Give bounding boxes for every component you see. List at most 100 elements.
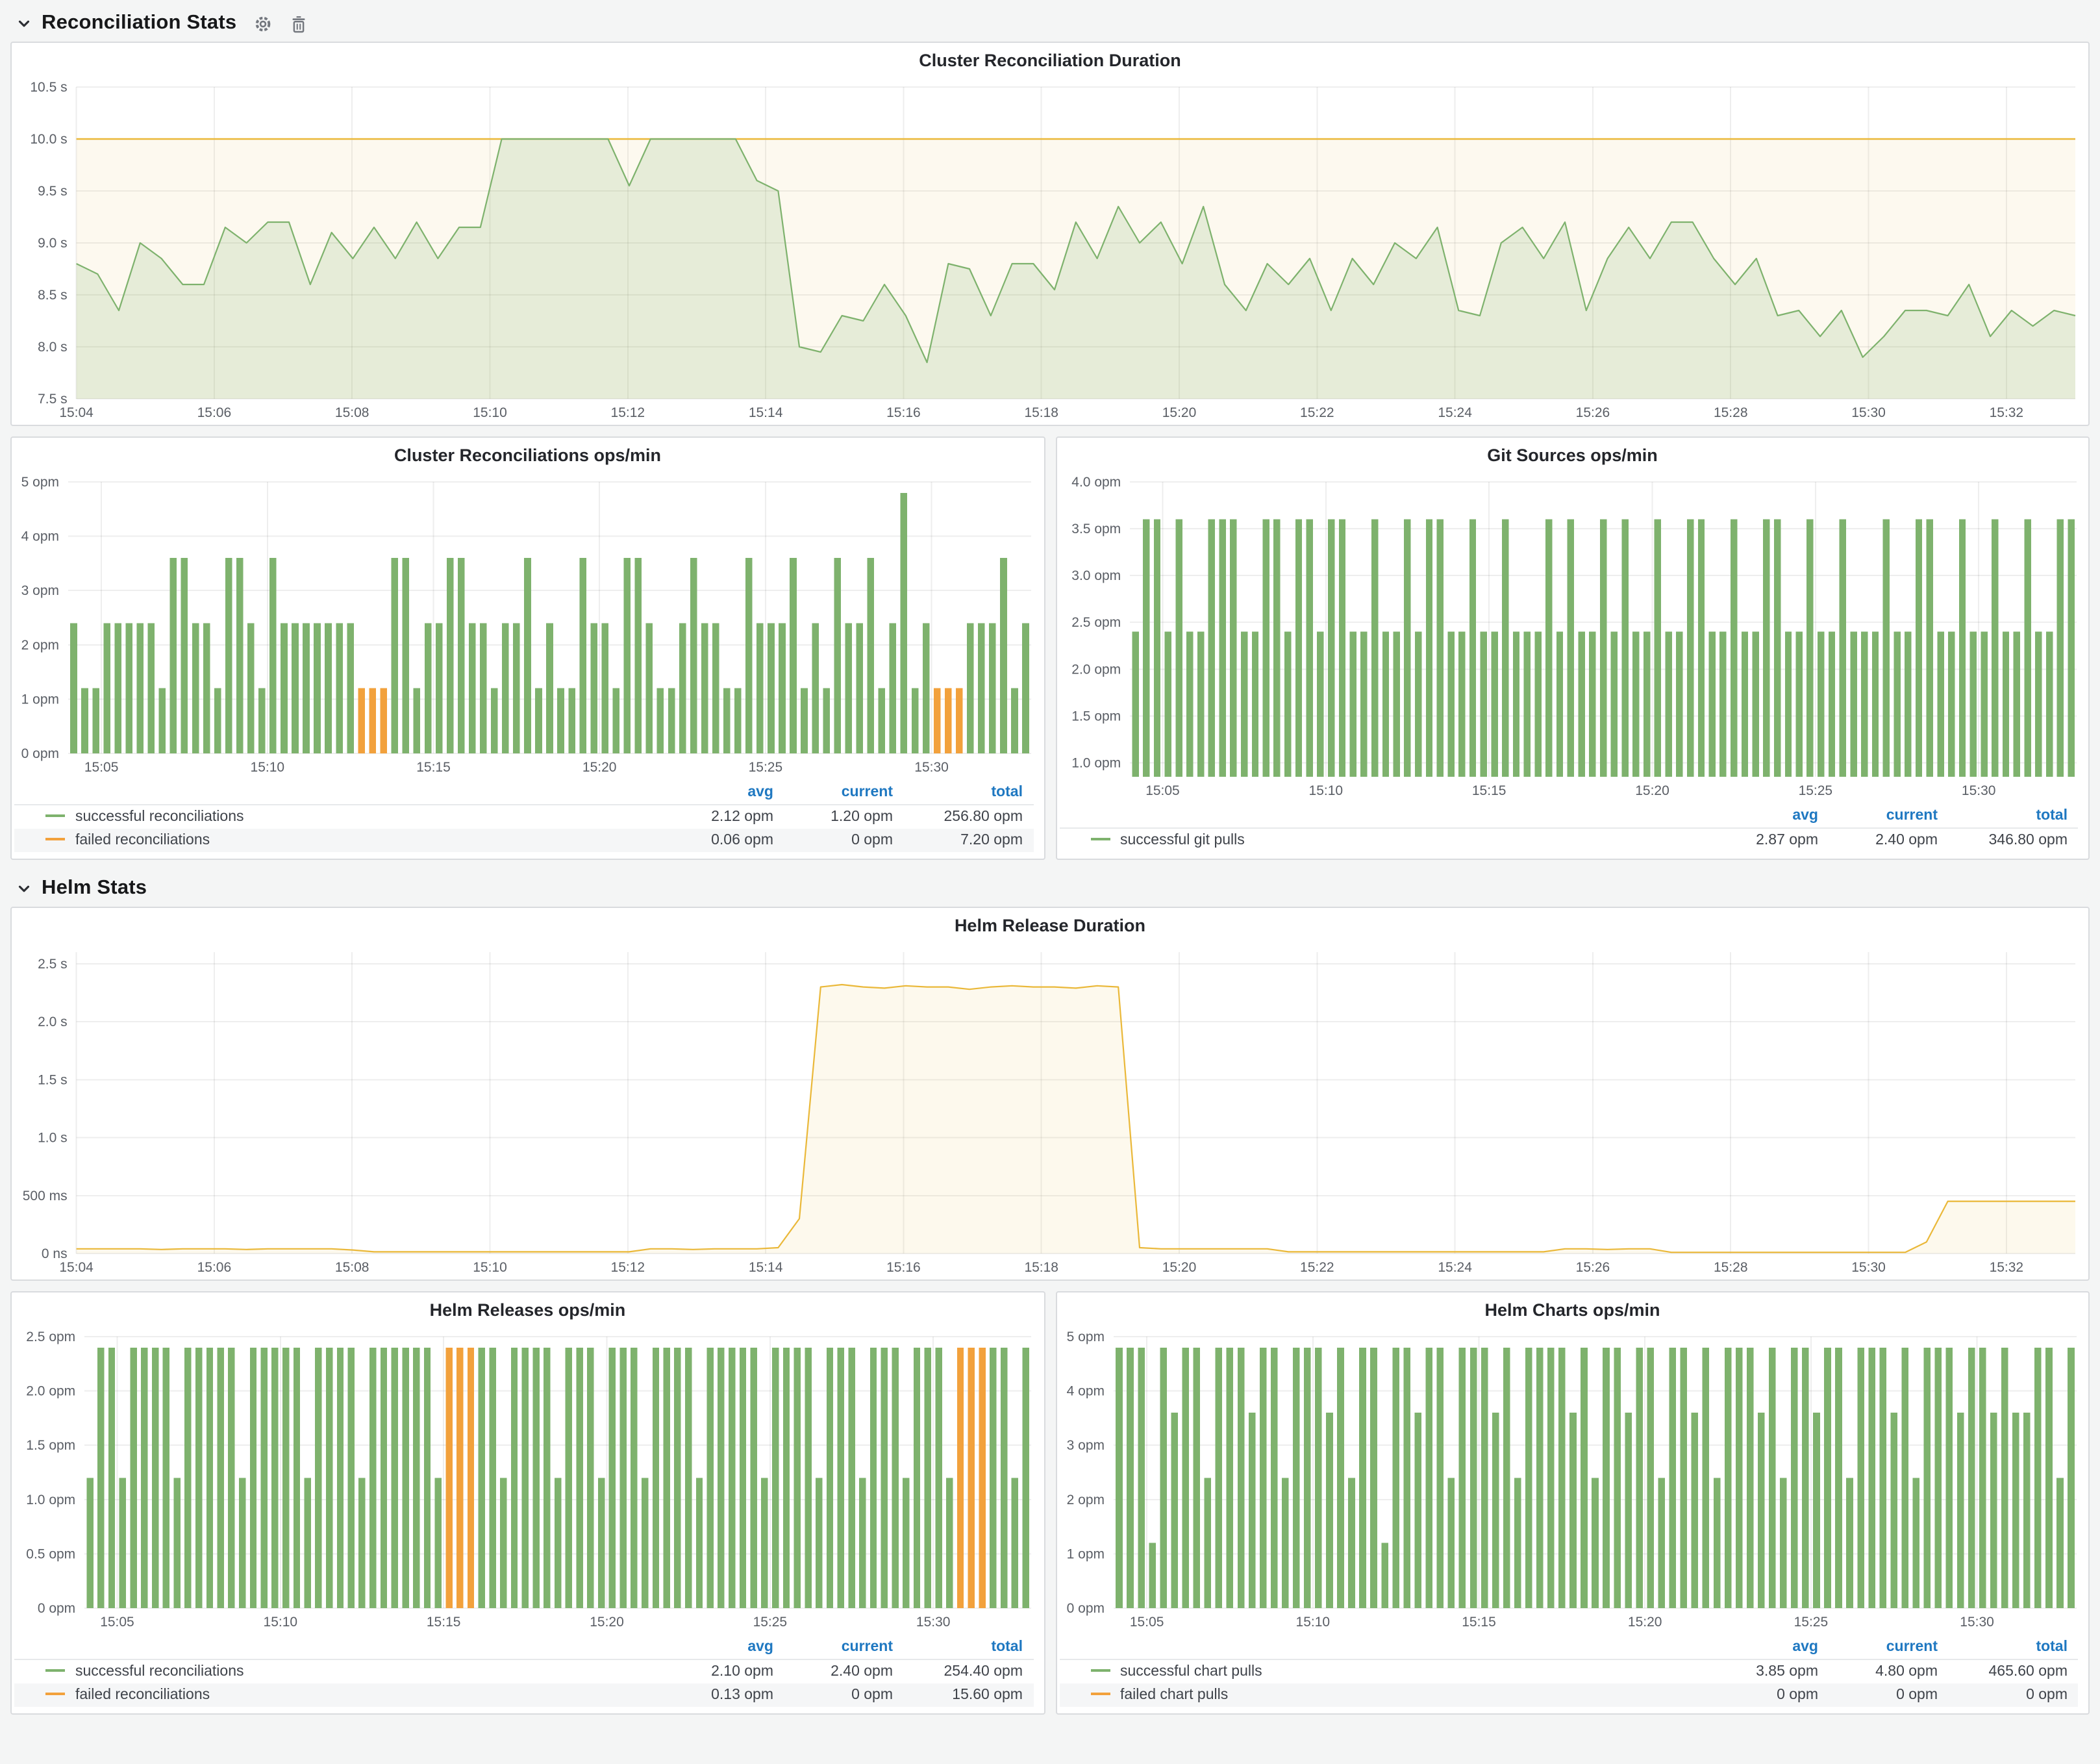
y-tick-label: 1.0 s (38, 1131, 68, 1146)
bar (2067, 520, 2073, 777)
bar (1990, 1413, 1997, 1608)
legend-col-total[interactable]: total (903, 1635, 1033, 1659)
bar (103, 623, 110, 753)
bar (130, 1348, 136, 1608)
bar (1218, 520, 1225, 777)
chart-helm-charts-opm[interactable]: 15:0515:1015:1515:2015:2515:305 opm4 opm… (1056, 1328, 2088, 1634)
chart-cluster-reconciliation-duration[interactable]: 15:0415:0615:0815:1015:1215:1415:1615:18… (12, 78, 2088, 425)
dashboard: Reconciliation Stats Cluster Reconciliat… (0, 0, 2100, 1764)
bar (631, 1348, 637, 1608)
bar (903, 1478, 909, 1608)
legend-series-cell: successful chart pulls (1059, 1659, 1709, 1683)
legend-col-avg[interactable]: avg (1709, 804, 1829, 828)
chart-helm-releases-opm[interactable]: 15:0515:1015:1515:2015:2515:302.5 opm2.0… (12, 1328, 1044, 1634)
y-tick-label: 0 opm (38, 1601, 75, 1616)
legend-series-label[interactable]: successful git pulls (1120, 833, 1245, 848)
bar (1447, 1478, 1455, 1608)
bar (1643, 632, 1649, 777)
y-tick-label: 4 opm (1066, 1384, 1104, 1399)
legend-col-total[interactable]: total (1948, 1635, 2078, 1659)
y-tick-label: 2.0 opm (26, 1384, 75, 1399)
bar (1262, 520, 1268, 777)
bar (587, 1348, 594, 1608)
bar (1773, 520, 1780, 777)
legend-series-label[interactable]: successful chart pulls (1120, 1664, 1262, 1680)
bar (1947, 632, 1954, 777)
bar (260, 1348, 267, 1608)
bar (192, 623, 199, 753)
y-tick-label: 1.0 opm (1071, 755, 1120, 770)
legend-row: successful reconciliations2.10 opm2.40 o… (14, 1659, 1033, 1683)
bar (1316, 632, 1323, 777)
x-tick-label: 15:10 (251, 760, 285, 775)
bar (1273, 520, 1279, 777)
legend-series-label[interactable]: failed reconciliations (75, 1687, 210, 1703)
row-delete-button[interactable] (290, 14, 308, 33)
bar (1624, 1413, 1631, 1608)
x-tick-label: 15:15 (427, 1615, 461, 1630)
panel-title[interactable]: Helm Release Duration (12, 908, 2088, 943)
legend-col-current[interactable]: current (1829, 804, 1948, 828)
legend-series-label[interactable]: failed chart pulls (1120, 1687, 1228, 1703)
y-tick-label: 4.0 opm (1071, 475, 1120, 490)
x-tick-label: 15:08 (335, 405, 369, 420)
legend-row: successful git pulls2.87 opm2.40 opm346.… (1059, 828, 2078, 852)
x-tick-label: 15:22 (1300, 405, 1334, 420)
bar (668, 688, 675, 753)
bar (2001, 1348, 2008, 1608)
bar (1314, 1348, 1321, 1608)
panel-title[interactable]: Git Sources ops/min (1056, 438, 2088, 473)
panel-title[interactable]: Helm Releases ops/min (12, 1292, 1044, 1328)
panel-title[interactable]: Helm Charts ops/min (1056, 1292, 2088, 1328)
legend-col-avg[interactable]: avg (664, 781, 784, 805)
bar (1680, 1348, 1687, 1608)
chart-helm-release-duration[interactable]: 15:0415:0615:0815:1015:1215:1415:1615:18… (12, 943, 2088, 1279)
y-tick-label: 0.5 opm (26, 1546, 75, 1561)
chart-git-sources-opm[interactable]: 15:0515:1015:1515:2015:2515:304.0 opm3.5… (1056, 473, 2088, 803)
legend-col-current[interactable]: current (1829, 1635, 1948, 1659)
section-header-helm-stats[interactable]: Helm Stats (10, 870, 2090, 907)
bar (326, 1348, 332, 1608)
bar (1022, 1348, 1029, 1608)
bar (723, 688, 731, 753)
bar (2067, 1348, 2074, 1608)
bar (1436, 1348, 1444, 1608)
bar (870, 1348, 877, 1608)
legend-series-cell: failed reconciliations (14, 1683, 664, 1707)
y-tick-label: 1.5 opm (26, 1438, 75, 1453)
legend-col-total[interactable]: total (1948, 804, 2078, 828)
bar (86, 1478, 93, 1608)
bar (524, 558, 531, 753)
x-tick-label: 15:20 (582, 760, 617, 775)
bar (1719, 632, 1725, 777)
chart-cluster-reconciliations-opm[interactable]: 15:0515:1015:1515:2015:2515:305 opm4 opm… (12, 473, 1044, 779)
bar (1828, 632, 1834, 777)
bar (1762, 520, 1769, 777)
legend-series-label[interactable]: successful reconciliations (75, 1664, 244, 1680)
row-settings-button[interactable] (253, 14, 273, 33)
y-tick-label: 10.0 s (30, 132, 67, 147)
bar (801, 688, 808, 753)
bar (271, 1348, 278, 1608)
bar (1751, 632, 1758, 777)
legend-value: 0 opm (1948, 1683, 2078, 1707)
legend-series-label[interactable]: failed reconciliations (75, 833, 210, 848)
bar (480, 623, 487, 753)
panel-title[interactable]: Cluster Reconciliation Duration (12, 43, 2088, 78)
panel-title[interactable]: Cluster Reconciliations ops/min (12, 438, 1044, 473)
bar (1956, 1413, 1964, 1608)
legend-col-current[interactable]: current (784, 1635, 903, 1659)
bar (369, 688, 376, 753)
legend-value: 7.20 opm (903, 829, 1033, 852)
bar (848, 1348, 855, 1608)
x-tick-label: 15:30 (1959, 1615, 1994, 1630)
legend-col-avg[interactable]: avg (1709, 1635, 1829, 1659)
legend-series-label[interactable]: successful reconciliations (75, 809, 244, 825)
legend-col-current[interactable]: current (784, 781, 903, 805)
section-header-reconciliation-stats[interactable]: Reconciliation Stats (10, 5, 2090, 42)
legend-col-avg[interactable]: avg (664, 1635, 784, 1659)
bar (1403, 520, 1410, 777)
y-tick-label: 2.5 s (38, 957, 68, 972)
bar (609, 1348, 616, 1608)
legend-col-total[interactable]: total (903, 781, 1033, 805)
